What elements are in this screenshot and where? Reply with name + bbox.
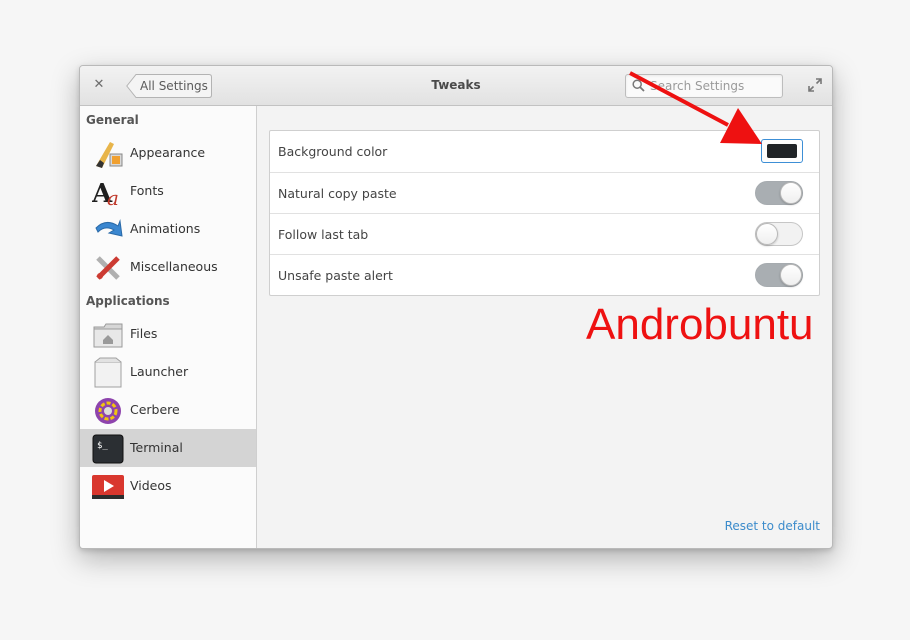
cerbere-icon [95, 398, 121, 424]
sidebar-item-label: Terminal [130, 440, 183, 455]
watermark-text: Androbuntu [586, 300, 814, 349]
setting-label: Unsafe paste alert [278, 268, 393, 283]
videos-icon [92, 475, 124, 499]
animations-arrow-icon [95, 219, 123, 237]
switch-knob [780, 264, 802, 286]
sidebar-item-label: Cerbere [130, 402, 180, 417]
setting-row-follow-last-tab: Follow last tab [270, 213, 819, 255]
search-input[interactable] [650, 77, 776, 95]
background-color-button[interactable] [761, 139, 803, 163]
sidebar-item-animations[interactable]: Animations [80, 210, 256, 248]
sidebar-item-label: Launcher [130, 364, 189, 379]
sidebar-item-label: Appearance [130, 145, 206, 160]
sidebar-item-appearance[interactable]: Appearance [80, 134, 256, 172]
section-header-general: General [86, 113, 139, 127]
tweaks-list: Background color Natural copy paste Foll… [269, 130, 820, 296]
sidebar: General Appearance A a Fonts Animations [80, 106, 257, 548]
natural-copy-paste-switch[interactable] [755, 181, 803, 205]
miscellaneous-tools-icon [96, 256, 120, 280]
sidebar-item-terminal[interactable]: $_ Terminal [80, 429, 256, 467]
launcher-icon [94, 357, 122, 388]
sidebar-item-label: Miscellaneous [130, 259, 218, 274]
setting-row-unsafe-paste-alert: Unsafe paste alert [270, 254, 819, 296]
sidebar-item-cerbere[interactable]: Cerbere [80, 391, 256, 429]
switch-knob [780, 182, 802, 204]
sidebar-item-files[interactable]: Files [80, 315, 256, 353]
sidebar-item-label: Files [130, 326, 158, 341]
setting-row-background-color: Background color [270, 131, 819, 172]
search-icon [632, 79, 645, 92]
setting-label: Natural copy paste [278, 186, 397, 201]
setting-label: Follow last tab [278, 227, 369, 242]
maximize-icon[interactable] [808, 78, 822, 92]
sidebar-item-label: Animations [130, 221, 201, 236]
appearance-brush-icon [96, 142, 123, 168]
folder-icon [93, 323, 123, 348]
sidebar-item-label: Videos [130, 478, 172, 493]
unsafe-paste-alert-switch[interactable] [755, 263, 803, 287]
switch-knob [756, 223, 778, 245]
fonts-icon: A a [92, 179, 119, 208]
titlebar: ✕ All Settings Tweaks [80, 66, 832, 106]
search-field[interactable] [625, 74, 783, 98]
sidebar-item-launcher[interactable]: Launcher [80, 353, 256, 391]
color-swatch [767, 144, 797, 158]
sidebar-item-fonts[interactable]: A a Fonts [80, 172, 256, 210]
sidebar-item-miscellaneous[interactable]: Miscellaneous [80, 248, 256, 286]
terminal-icon: $_ [92, 434, 124, 464]
follow-last-tab-switch[interactable] [755, 222, 803, 246]
svg-text:a: a [107, 186, 119, 208]
setting-label: Background color [278, 144, 388, 159]
sidebar-item-videos[interactable]: Videos [80, 467, 256, 505]
svg-text:$_: $_ [97, 441, 108, 451]
reset-to-default-link[interactable]: Reset to default [725, 519, 820, 533]
sidebar-item-label: Fonts [130, 183, 164, 198]
section-header-applications: Applications [86, 294, 170, 308]
setting-row-natural-copy-paste: Natural copy paste [270, 172, 819, 214]
